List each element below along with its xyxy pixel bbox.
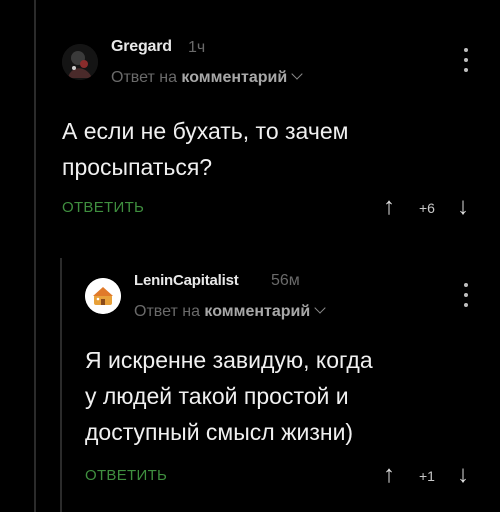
reply-to-target: комментарий: [204, 303, 311, 320]
reply-to-prefix: Ответ на: [134, 303, 200, 320]
arrow-down-icon[interactable]: ↓: [457, 195, 469, 219]
arrow-up-icon[interactable]: ↑: [383, 195, 395, 219]
reply-to-link[interactable]: Ответ на комментарий: [134, 302, 326, 321]
reply-to-target: комментарий: [181, 69, 288, 86]
chevron-down-icon: [314, 302, 326, 314]
reply-button[interactable]: ОТВЕТИТЬ: [62, 199, 144, 216]
avatar[interactable]: [62, 44, 98, 80]
kebab-menu-icon[interactable]: [463, 283, 469, 307]
comment-time: 1ч: [188, 39, 206, 56]
rating-count: +1: [419, 468, 435, 484]
reply-to-prefix: Ответ на: [111, 69, 177, 86]
reply-button[interactable]: ОТВЕТИТЬ: [85, 467, 167, 484]
comment-author[interactable]: Gregard: [111, 38, 172, 56]
chevron-down-icon: [291, 68, 303, 80]
comment-author[interactable]: LeninCapitalist: [134, 272, 239, 289]
avatar[interactable]: [85, 278, 121, 314]
reply-to-link[interactable]: Ответ на комментарий: [111, 68, 303, 87]
comment-gregard: Gregard 1ч Ответ на комментарий А если н…: [0, 0, 500, 250]
comment-line: доступный смысл жизни): [85, 419, 354, 445]
rating-count: +6: [419, 200, 435, 216]
comment-line: у людей такой простой и: [85, 383, 349, 409]
comment-line: просыпаться?: [62, 154, 213, 180]
comment-line: Я искренне завидую, когда: [85, 347, 373, 373]
comment-time: 56м: [271, 272, 300, 289]
arrow-down-icon[interactable]: ↓: [457, 463, 469, 487]
arrow-up-icon[interactable]: ↑: [383, 463, 395, 487]
kebab-menu-icon[interactable]: [463, 48, 469, 72]
comment-lenincapitalist: LeninCapitalist 56м Ответ на комментарий…: [0, 250, 500, 512]
comment-line: А если не бухать, то зачем: [62, 118, 349, 144]
